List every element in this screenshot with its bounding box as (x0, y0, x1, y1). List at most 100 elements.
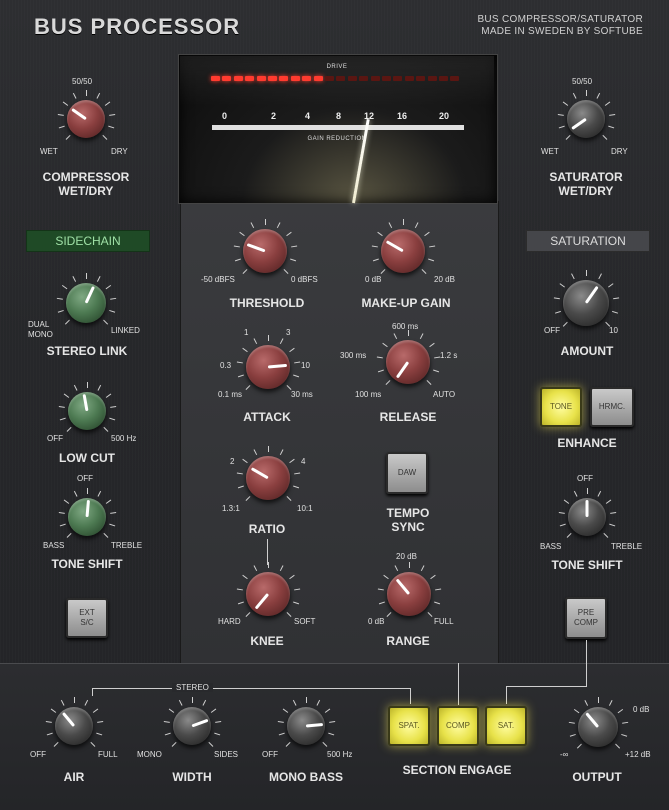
makeup-gain-knob[interactable] (371, 219, 436, 274)
section-engage-spat-button[interactable]: SPAT. (388, 706, 430, 746)
knob-tick (608, 125, 615, 129)
knob-tick (192, 697, 193, 703)
release-knob[interactable] (376, 330, 441, 385)
knob-tick (612, 310, 619, 314)
compressor-wet-dry-knob[interactable] (57, 90, 116, 140)
knob-tick (558, 125, 565, 129)
plugin-subtitle: BUS COMPRESSOR/SATURATOR MADE IN SWEDEN … (477, 14, 643, 38)
knob-tick (571, 273, 575, 280)
knee-knob[interactable] (236, 562, 301, 617)
amount-knob[interactable] (553, 270, 620, 327)
low-cut-knob[interactable] (58, 382, 117, 432)
knob-tick (596, 92, 601, 99)
range-knob[interactable] (377, 562, 442, 617)
width-knob[interactable] (163, 697, 222, 747)
meter-scale-label: 8 (336, 111, 342, 121)
low-cut-name: LOW CUT (59, 451, 115, 465)
knob-tick (86, 273, 87, 279)
knob-tick (96, 276, 101, 282)
knob-tick (102, 134, 108, 140)
knob-tick (566, 532, 572, 538)
ratio-label-4: 4 (301, 457, 306, 466)
stereo-bracket-left (92, 688, 93, 696)
knob-tick (597, 490, 602, 497)
drive-led (404, 76, 414, 81)
knob-tick (58, 405, 65, 408)
sat-tone-shift-knob[interactable] (558, 488, 617, 538)
knob-tick (408, 330, 409, 336)
drive-label: DRIVE (326, 64, 348, 70)
compressor-panel (180, 201, 499, 663)
threshold-knob[interactable] (233, 219, 298, 274)
section-engage-comp-button[interactable]: COMP (437, 706, 479, 746)
drive-led (302, 76, 312, 81)
drive-led (416, 76, 426, 81)
makeup-gain-name: MAKE-UP GAIN (361, 296, 451, 310)
drive-led (245, 76, 255, 81)
ext-sc-button[interactable]: EXT S/C (66, 598, 108, 638)
knob-tick (56, 297, 63, 300)
section-engage-sat-button[interactable]: SAT. (485, 706, 527, 746)
stereo-link-knob[interactable] (56, 273, 117, 325)
drive-led (347, 76, 357, 81)
tempo-sync-daw-button[interactable]: DAW (386, 452, 428, 494)
knob-tick (105, 284, 112, 290)
stereo-link-name: STEREO LINK (46, 344, 128, 358)
attack-name: ATTACK (243, 410, 291, 424)
drive-led (279, 76, 289, 81)
stereo-link-left-label: DUAL MONO (28, 320, 53, 340)
threshold-left-label: -50 dBFS (201, 275, 235, 284)
output-right-label: +12 dB (625, 750, 651, 759)
bus-processor-plugin: BUS PROCESSOR BUS COMPRESSOR/SATURATOR M… (0, 0, 669, 810)
knob-tick (603, 532, 609, 538)
saturator-wet-dry-knob[interactable] (557, 90, 616, 140)
knob-tick (109, 417, 116, 421)
drive-led (336, 76, 346, 81)
attack-label-30ms: 30 ms (291, 390, 313, 399)
attack-knob[interactable] (236, 335, 301, 390)
knob-tick (109, 523, 116, 527)
knob-tick (104, 101, 111, 106)
attack-label-3: 3 (286, 328, 291, 337)
knob-cap (246, 456, 290, 500)
release-label-100ms: 100 ms (355, 390, 382, 399)
pre-comp-button[interactable]: PRE COMP (565, 597, 607, 639)
enhance-hrmc-button[interactable]: HRMC. (590, 387, 634, 427)
enhance-tone-button[interactable]: TONE (540, 387, 582, 427)
air-knob[interactable] (45, 697, 104, 747)
knee-left-label: HARD (218, 617, 241, 626)
knee-right-label: SOFT (294, 617, 316, 626)
knob-tick (87, 382, 88, 388)
knob-tick (608, 283, 614, 288)
knob-tick (97, 384, 102, 391)
ratio-knob[interactable] (236, 446, 301, 501)
sidechain-header: SIDECHAIN (26, 230, 150, 252)
drive-led (211, 76, 220, 81)
release-name: RELEASE (379, 410, 437, 424)
knob-tick (586, 90, 587, 96)
meter-scale-bar (212, 125, 464, 130)
enhance-name: ENHANCE (557, 436, 617, 450)
knob-tick (96, 92, 101, 99)
knob-tick (409, 562, 410, 568)
knob-tick (109, 309, 116, 313)
drive-led (450, 76, 460, 81)
knob-tick (109, 113, 116, 116)
knob-cap (381, 229, 425, 273)
knob-tick (65, 134, 71, 140)
comp-wetdry-name-line1: COMPRESSOR (42, 170, 130, 184)
knob-tick (110, 405, 117, 408)
drive-led (325, 76, 334, 81)
drive-led (233, 76, 243, 81)
sc-tone-shift-knob[interactable] (58, 488, 117, 538)
drive-led (222, 76, 232, 81)
knob-tick (610, 511, 617, 514)
drive-led (290, 76, 300, 81)
sat-wetdry-name: SATURATOR WET/DRY (526, 170, 646, 198)
mono-bass-knob[interactable] (277, 697, 336, 747)
width-right-label: SIDES (214, 750, 239, 759)
ext-sc-line2: S/C (80, 618, 94, 627)
output-knob[interactable] (568, 697, 629, 749)
sat-wetdry-left-label: WET (541, 147, 559, 156)
knob-tick (73, 384, 78, 391)
